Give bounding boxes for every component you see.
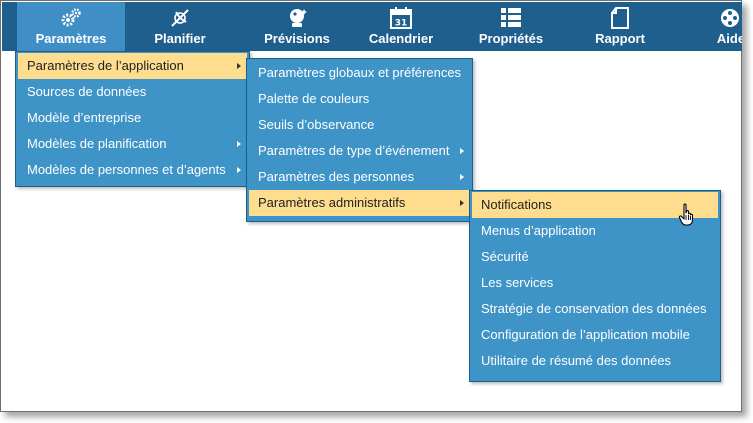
nav-label: Calendrier <box>368 31 434 46</box>
menu-item-modele-entreprise[interactable]: Modèle d’entreprise <box>18 105 247 131</box>
submenu-arrow-icon <box>237 141 241 147</box>
menu-item-parametres-globaux[interactable]: Paramètres globaux et préférences <box>249 60 470 86</box>
list-icon <box>499 7 523 29</box>
menu-item-strategie-conservation[interactable]: Stratégie de conservation des données <box>472 296 718 322</box>
nav-label: Planifier <box>154 31 206 46</box>
menu-item-label: Paramètres administratifs <box>258 195 406 210</box>
menu-item-label: Menus d’application <box>481 223 596 238</box>
menu-item-parametres-application[interactable]: Paramètres de l’application <box>18 53 247 79</box>
menu-item-parametres-personnes[interactable]: Paramètres des personnes <box>249 164 470 190</box>
svg-text:31: 31 <box>395 19 408 29</box>
menu-item-label: Modèles de planification <box>27 136 167 151</box>
submenu-arrow-icon <box>460 200 464 206</box>
menu-item-label: Modèle d’entreprise <box>27 110 142 125</box>
submenu-arrow-icon <box>237 63 241 69</box>
submenu-arrow-icon <box>460 174 464 180</box>
submenu-arrow-icon <box>237 167 241 173</box>
parametres-application-submenu: Paramètres globaux et préférences Palett… <box>246 58 473 222</box>
nav-rapport[interactable]: Rapport <box>581 2 659 51</box>
nav-proprietes[interactable]: Propriétés <box>466 2 556 51</box>
menu-item-configuration-mobile[interactable]: Configuration de l’application mobile <box>472 322 718 348</box>
menu-item-label: Stratégie de conservation des données <box>481 301 707 316</box>
menu-item-label: Paramètres de type d’événement <box>258 143 450 158</box>
nav-planifier[interactable]: Planifier <box>137 2 223 51</box>
menu-item-label: Sources de données <box>27 84 147 99</box>
submenu-arrow-icon <box>460 148 464 154</box>
menu-item-label: Paramètres de l’application <box>27 58 184 73</box>
nav-label: Paramètres <box>35 31 107 46</box>
nav-calendrier[interactable]: 31 Calendrier <box>358 2 444 51</box>
menu-item-parametres-type-evenement[interactable]: Paramètres de type d’événement <box>249 138 470 164</box>
nav-label: Rapport <box>595 31 645 46</box>
compass-icon <box>168 7 192 29</box>
menu-item-securite[interactable]: Sécurité <box>472 244 718 270</box>
top-navigation-bar: Paramètres Planifier Prévisions 31 Calen… <box>2 2 742 51</box>
crystal-ball-icon <box>285 7 309 29</box>
menu-item-palette-couleurs[interactable]: Palette de couleurs <box>249 86 470 112</box>
menu-item-label: Configuration de l’application mobile <box>481 327 690 342</box>
gears-icon <box>59 7 83 29</box>
menu-item-label: Notifications <box>481 197 552 212</box>
menu-item-label: Palette de couleurs <box>258 91 370 106</box>
menu-item-modeles-personnes-agents[interactable]: Modèles de personnes et d’agents <box>18 157 247 183</box>
menu-item-label: Les services <box>481 275 554 290</box>
nav-parametres[interactable]: Paramètres <box>17 2 125 51</box>
calendar-icon: 31 <box>389 7 413 29</box>
menu-item-label: Seuils d’observance <box>258 117 375 132</box>
menu-item-utilitaire-resume[interactable]: Utilitaire de résumé des données <box>472 348 718 374</box>
menu-item-label: Utilitaire de résumé des données <box>481 353 672 368</box>
menu-item-parametres-administratifs[interactable]: Paramètres administratifs <box>249 190 470 216</box>
parametres-dropdown: Paramètres de l’application Sources de d… <box>15 51 250 187</box>
film-reel-icon <box>719 7 742 29</box>
nav-label: Prévisions <box>264 31 330 46</box>
menu-item-label: Paramètres globaux et préférences <box>258 65 462 80</box>
nav-previsions[interactable]: Prévisions <box>246 2 348 51</box>
nav-aide[interactable]: Aide <box>708 2 742 51</box>
menu-item-les-services[interactable]: Les services <box>472 270 718 296</box>
nav-label: Aide <box>716 31 742 46</box>
report-icon <box>608 7 632 29</box>
menu-item-sources-donnees[interactable]: Sources de données <box>18 79 247 105</box>
menu-item-label: Paramètres des personnes <box>258 169 415 184</box>
menu-item-label: Sécurité <box>481 249 529 264</box>
nav-label: Propriétés <box>478 31 544 46</box>
hand-cursor-icon <box>678 203 696 227</box>
menu-item-seuils-observance[interactable]: Seuils d’observance <box>249 112 470 138</box>
menu-item-label: Modèles de personnes et d’agents <box>27 162 226 177</box>
menu-item-modeles-planification[interactable]: Modèles de planification <box>18 131 247 157</box>
app-window: Paramètres Planifier Prévisions 31 Calen… <box>0 0 742 412</box>
